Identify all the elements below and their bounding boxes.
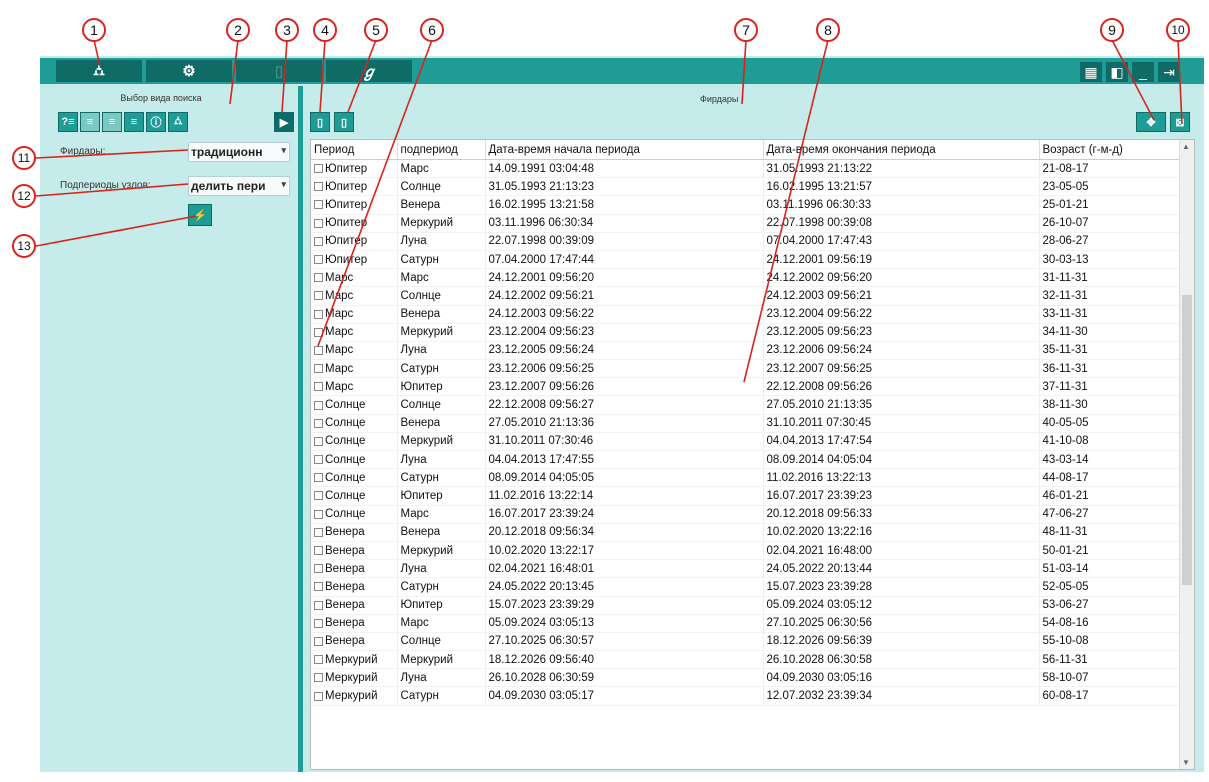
callout-3: 3 (275, 18, 299, 42)
callout-8: 8 (816, 18, 840, 42)
callout-4: 4 (313, 18, 337, 42)
callout-11: 11 (12, 146, 36, 170)
callout-12: 12 (12, 184, 36, 208)
callout-9: 9 (1100, 18, 1124, 42)
callout-lines (35, 39, 1183, 383)
callout-1: 1 (82, 18, 106, 42)
callout-10: 10 (1166, 18, 1190, 42)
callout-6: 6 (420, 18, 444, 42)
callout-7: 7 (734, 18, 758, 42)
callout-13: 13 (12, 234, 36, 258)
callout-2: 2 (226, 18, 250, 42)
callout-5: 5 (364, 18, 388, 42)
